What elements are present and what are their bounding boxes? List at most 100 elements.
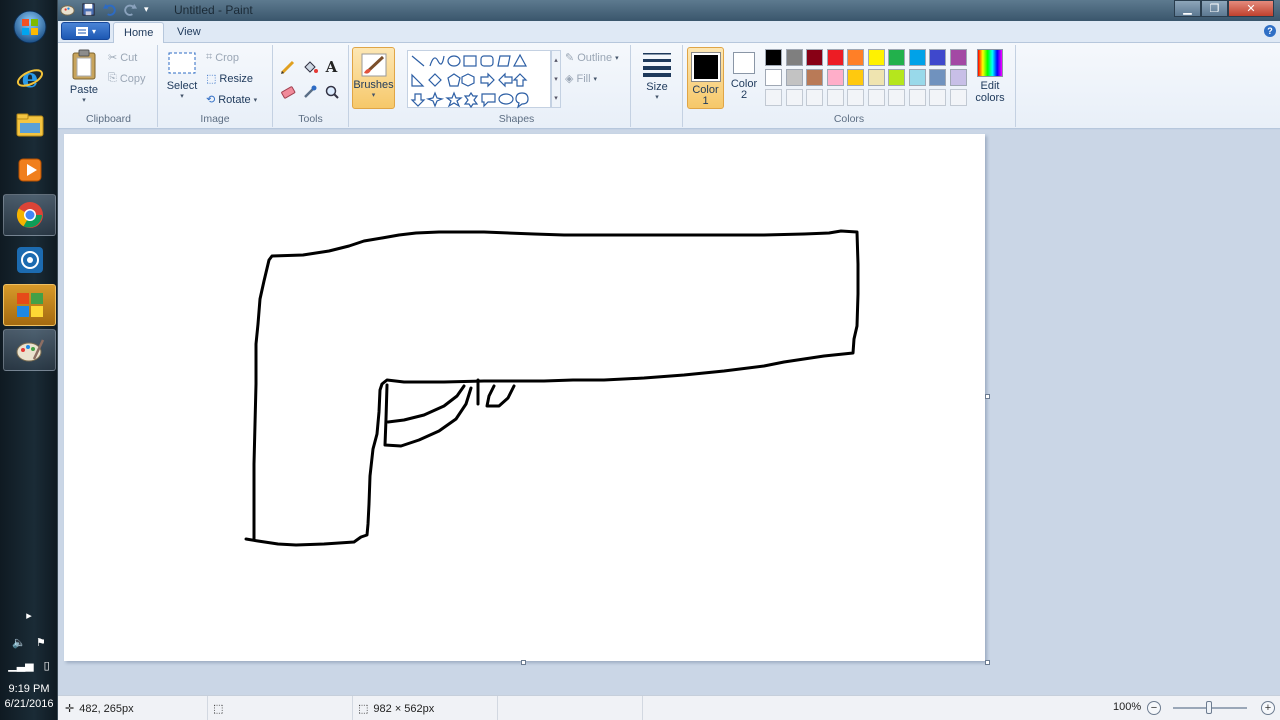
palette-custom-slot[interactable] [908, 89, 926, 106]
paste-dropdown-icon[interactable]: ▾ [82, 96, 86, 104]
fill-tool[interactable] [300, 57, 319, 76]
copy-icon: ⎘ [108, 72, 117, 84]
palette-swatch[interactable] [765, 69, 782, 86]
taskbar-media-player[interactable] [3, 149, 56, 191]
selection-size: ⬚ [208, 696, 353, 720]
select-button[interactable]: Select ▾ [164, 51, 200, 100]
shapes-gallery-icons [410, 53, 529, 109]
volume-icon[interactable]: 🔈 [12, 636, 26, 649]
minus-icon: − [1150, 701, 1158, 714]
maximize-button[interactable]: ❐ [1201, 0, 1228, 17]
canvas-drawing [244, 229, 860, 547]
palette-swatch[interactable] [867, 69, 885, 86]
undo-icon[interactable] [102, 2, 117, 17]
zoom-out-button[interactable]: − [1147, 701, 1161, 715]
network-signal-icon[interactable]: ▁▃▅ [8, 659, 33, 672]
text-tool[interactable]: A [322, 57, 341, 76]
paint-app-icon[interactable] [60, 2, 75, 17]
palette-swatch[interactable] [949, 69, 967, 86]
zoom-slider-thumb[interactable] [1206, 701, 1212, 714]
color1-swatch [690, 52, 721, 82]
taskbar-chrome[interactable] [3, 194, 56, 236]
palette-swatch[interactable] [847, 69, 864, 86]
palette-swatch[interactable] [826, 49, 844, 66]
drawing-canvas[interactable] [64, 134, 985, 661]
palette-custom-slot[interactable] [806, 89, 823, 106]
tab-home[interactable]: Home [113, 22, 165, 43]
paste-button[interactable]: Paste ▾ [66, 49, 102, 104]
resize-button[interactable]: ⬚ Resize [206, 72, 253, 86]
palette-swatch[interactable] [785, 49, 803, 66]
size-button[interactable]: Size ▾ [639, 51, 675, 101]
palette-swatch[interactable] [888, 49, 905, 66]
palette-swatch[interactable] [867, 49, 885, 66]
palette-custom-slot[interactable] [785, 89, 803, 106]
clock-date[interactable]: 6/21/2016 [0, 697, 58, 712]
palette-custom-slot[interactable] [847, 89, 864, 106]
file-menu-button[interactable]: ▾ [61, 22, 110, 40]
palette-custom-slot[interactable] [929, 89, 946, 106]
brushes-group: Brushes ▾ [349, 45, 401, 127]
taskbar-avast[interactable] [3, 284, 56, 326]
pencil-tool[interactable] [278, 57, 297, 76]
resize-handle-right[interactable] [985, 394, 990, 399]
shapes-gallery[interactable] [407, 50, 551, 109]
ribbon-tabs: ▾ Home View ? [58, 21, 1280, 43]
taskbar-paint[interactable] [3, 329, 56, 371]
palette-swatch[interactable] [888, 69, 905, 86]
palette-custom-slot[interactable] [888, 89, 905, 106]
outline-button[interactable]: ✎ Outline ▾ [565, 51, 619, 65]
palette-swatch[interactable] [949, 49, 967, 66]
palette-swatch[interactable] [765, 49, 782, 66]
close-button[interactable]: ✕ [1228, 0, 1274, 17]
customize-qat-icon[interactable]: ▾ [144, 4, 149, 15]
zoom-in-button[interactable]: + [1261, 701, 1275, 715]
fill-dropdown-icon: ▾ [593, 75, 598, 83]
eraser-tool[interactable] [278, 82, 297, 101]
palette-custom-slot[interactable] [765, 89, 782, 106]
cut-button[interactable]: ✂ Cut [108, 51, 137, 65]
taskbar-ie[interactable]: e [3, 57, 56, 99]
canvas-workarea[interactable] [58, 130, 1280, 695]
palette-swatch[interactable] [908, 49, 926, 66]
magnifier-tool[interactable] [322, 82, 341, 101]
color2-button[interactable]: Color 2 [729, 52, 759, 101]
select-dropdown-icon[interactable]: ▾ [180, 92, 184, 100]
color-picker-tool[interactable] [300, 82, 319, 101]
show-hidden-icons-icon[interactable]: ▸ [26, 609, 32, 622]
fill-button[interactable]: ◈ Fill ▾ [565, 72, 598, 86]
image-group: Select ▾ ⌗ Crop ⬚ Resize ⟲ Rotate ▾ Imag… [158, 45, 273, 127]
palette-swatch[interactable] [806, 49, 823, 66]
resize-handle-bottom[interactable] [521, 660, 526, 665]
save-icon[interactable] [81, 2, 96, 17]
palette-custom-slot[interactable] [949, 89, 967, 106]
copy-button[interactable]: ⎘ Copy [108, 72, 146, 85]
resize-handle-corner[interactable] [985, 660, 990, 665]
palette-swatch[interactable] [929, 49, 946, 66]
crop-button[interactable]: ⌗ Crop [206, 51, 239, 64]
brushes-button[interactable]: Brushes ▾ [352, 47, 395, 109]
palette-swatch[interactable] [785, 69, 803, 86]
palette-custom-slot[interactable] [867, 89, 885, 106]
palette-swatch[interactable] [847, 49, 864, 66]
rotate-button[interactable]: ⟲ Rotate ▾ [206, 93, 257, 107]
action-center-flag-icon[interactable]: ⚑ [36, 636, 46, 649]
palette-swatch[interactable] [826, 69, 844, 86]
redo-icon[interactable] [123, 2, 138, 17]
start-button[interactable] [3, 6, 56, 48]
shapes-scroll[interactable]: ▴ ▾ ▾ [551, 50, 561, 108]
tab-view[interactable]: View [167, 22, 211, 43]
taskbar-explorer[interactable] [3, 104, 56, 146]
minimize-button[interactable]: ▁ [1174, 0, 1201, 17]
palette-swatch[interactable] [806, 69, 823, 86]
taskbar-network-app[interactable] [3, 239, 56, 281]
edit-colors-button[interactable]: Edit colors [970, 49, 1010, 104]
palette-custom-slot[interactable] [826, 89, 844, 106]
clock-time[interactable]: 9:19 PM [0, 682, 58, 697]
color1-button[interactable]: Color 1 [687, 47, 724, 109]
battery-icon[interactable]: ▯ [44, 659, 50, 672]
palette-swatch[interactable] [929, 69, 946, 86]
eyedropper-icon [303, 85, 316, 98]
palette-swatch[interactable] [908, 69, 926, 86]
help-icon[interactable]: ? [1264, 25, 1276, 37]
